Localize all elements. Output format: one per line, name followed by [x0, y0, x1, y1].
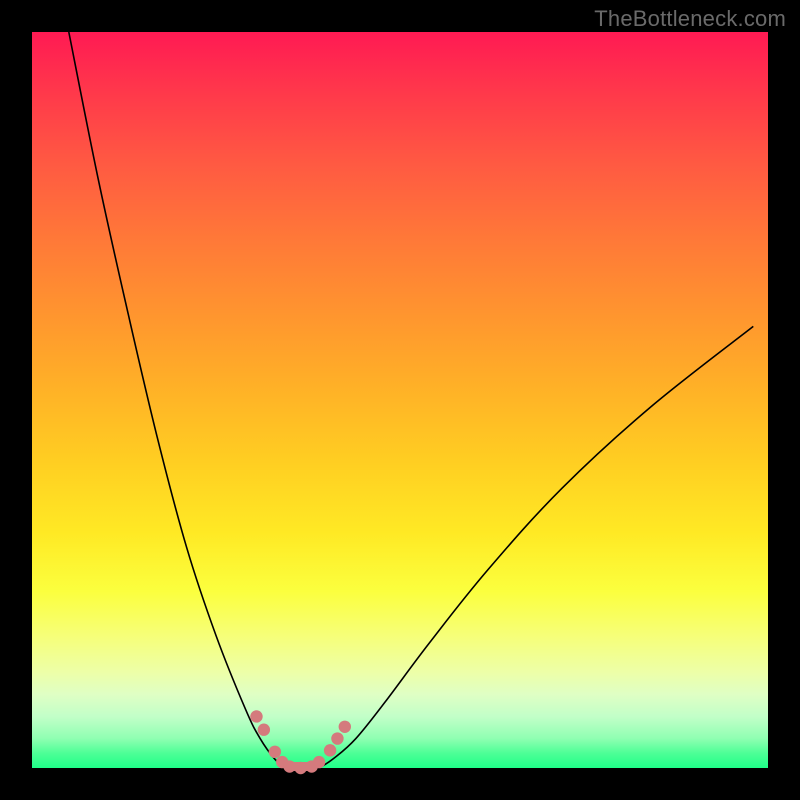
- bead-marker: [294, 762, 306, 774]
- bead-marker: [339, 721, 351, 733]
- bead-marker: [250, 710, 262, 722]
- bead-marker: [283, 760, 295, 772]
- curves-svg: [32, 32, 768, 768]
- watermark-text: TheBottleneck.com: [594, 6, 786, 32]
- bead-marker: [269, 746, 281, 758]
- chart-frame: TheBottleneck.com: [0, 0, 800, 800]
- plot-area: [32, 32, 768, 768]
- bead-marker: [324, 744, 336, 756]
- bead-marker: [331, 732, 343, 744]
- bead-marker: [313, 756, 325, 768]
- bead-marker: [258, 724, 270, 736]
- right-curve: [318, 326, 753, 768]
- bead-markers: [250, 710, 351, 774]
- left-curve: [69, 32, 319, 769]
